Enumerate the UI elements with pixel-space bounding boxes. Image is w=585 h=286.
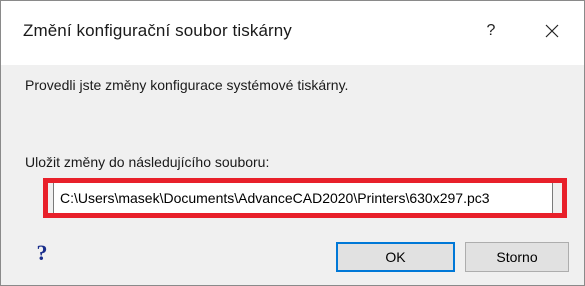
- save-location-label: Uložit změny do následujícího souboru:: [25, 154, 270, 170]
- title-bar[interactable]: Změní konfigurační soubor tiskárny ?: [1, 1, 584, 65]
- dialog-footer: ? OK Storno: [1, 228, 584, 285]
- dialog-title: Změní konfigurační soubor tiskárny: [23, 21, 292, 40]
- close-icon: [545, 24, 559, 38]
- message-text: Provedli jste změny konfigurace systémov…: [25, 77, 349, 93]
- dialog-content: Provedli jste změny konfigurace systémov…: [1, 65, 584, 228]
- title-help-button[interactable]: ?: [469, 11, 513, 51]
- close-button[interactable]: [530, 11, 574, 51]
- ok-button[interactable]: OK: [336, 242, 455, 272]
- file-path-input[interactable]: [53, 181, 553, 214]
- help-icon[interactable]: ?: [31, 240, 53, 265]
- cancel-button[interactable]: Storno: [465, 242, 569, 272]
- printer-config-dialog: Změní konfigurační soubor tiskárny ? Pro…: [0, 0, 585, 286]
